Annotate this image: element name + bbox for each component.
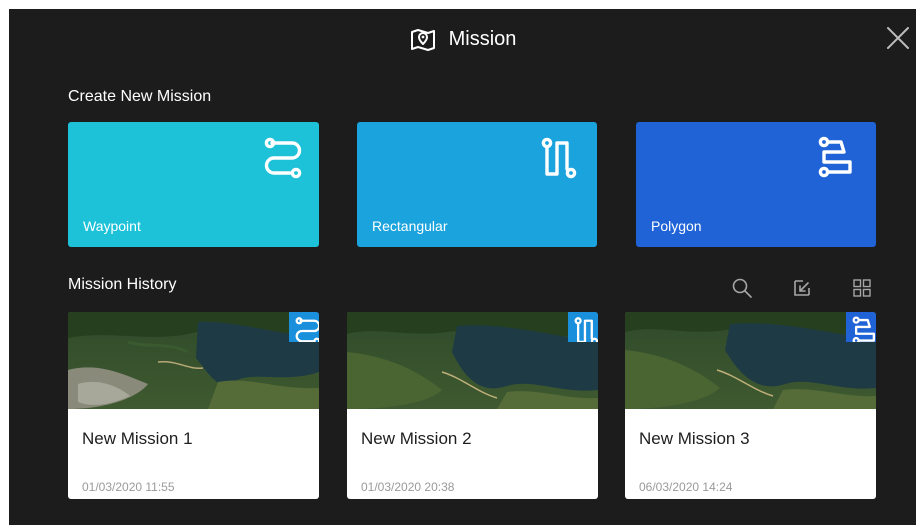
mission-history-card[interactable]: New Mission 2 01/03/2020 20:38 — [347, 312, 598, 499]
card-label: Polygon — [651, 218, 702, 234]
mission-type-badge — [289, 312, 319, 342]
dialog-title-group: Mission — [9, 24, 916, 54]
mission-date: 01/03/2020 20:38 — [361, 480, 455, 494]
mission-date: 06/03/2020 14:24 — [639, 480, 733, 494]
mission-dialog: Mission Create New Mission Waypoint Rect… — [9, 9, 916, 525]
history-section-label: Mission History — [68, 276, 177, 293]
rectangular-route-icon — [540, 136, 580, 180]
new-polygon-mission-card[interactable]: Polygon — [636, 122, 876, 247]
card-label: Waypoint — [83, 218, 141, 234]
rectangular-route-icon — [568, 312, 598, 342]
polygon-route-icon — [846, 312, 876, 342]
close-icon[interactable] — [884, 24, 912, 52]
mission-type-badge — [846, 312, 876, 342]
waypoint-route-icon — [289, 312, 319, 342]
mission-type-badge — [568, 312, 598, 342]
page-title: Mission — [448, 27, 517, 50]
select-icon[interactable] — [791, 277, 813, 299]
satellite-map-thumbnail — [347, 312, 598, 409]
polygon-route-icon — [817, 136, 857, 180]
card-label: Rectangular — [372, 218, 448, 234]
dialog-header: Mission — [9, 9, 916, 67]
mission-date: 01/03/2020 11:55 — [82, 480, 175, 494]
search-icon[interactable] — [731, 277, 753, 299]
new-waypoint-mission-card[interactable]: Waypoint — [68, 122, 319, 247]
map-pin-icon — [410, 29, 435, 51]
satellite-map-thumbnail — [625, 312, 876, 409]
mission-title: New Mission 3 — [639, 429, 750, 448]
mission-title: New Mission 2 — [361, 429, 472, 448]
grid-view-icon[interactable] — [851, 277, 873, 299]
waypoint-route-icon — [263, 136, 303, 180]
mission-history-card[interactable]: New Mission 1 01/03/2020 11:55 — [68, 312, 319, 499]
create-section-label: Create New Mission — [68, 88, 212, 105]
mission-title: New Mission 1 — [82, 429, 193, 448]
new-rectangular-mission-card[interactable]: Rectangular — [357, 122, 597, 247]
mission-history-card[interactable]: New Mission 3 06/03/2020 14:24 — [625, 312, 876, 499]
satellite-map-thumbnail — [68, 312, 319, 409]
